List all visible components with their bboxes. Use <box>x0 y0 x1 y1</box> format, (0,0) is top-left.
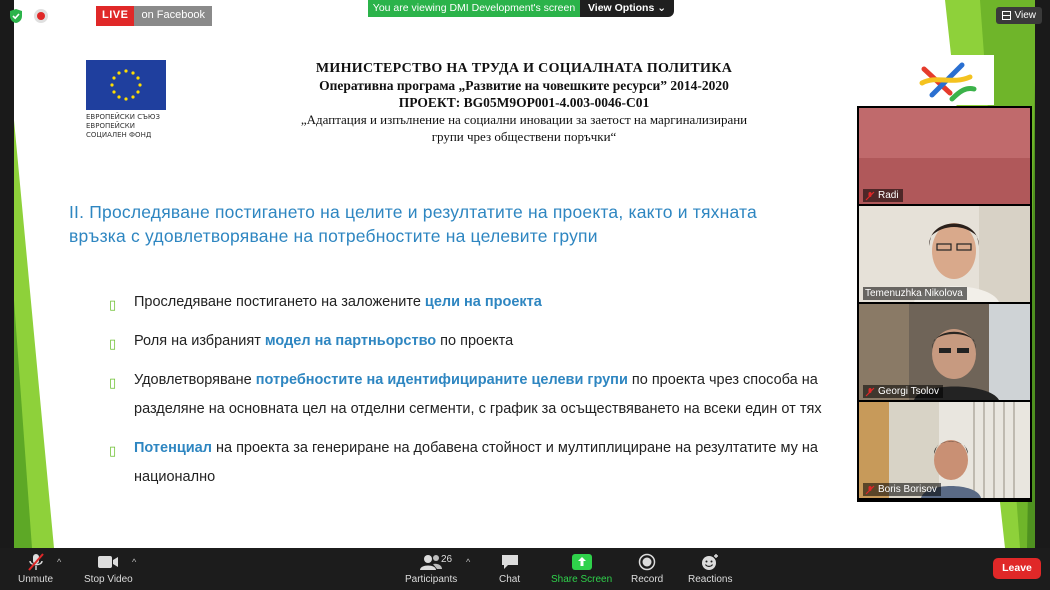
list-item: ▯ Проследяване постигането на заложените… <box>109 288 829 317</box>
ministry-title: МИНИСТЕРСТВО НА ТРУДА И СОЦИАЛНАТА ПОЛИТ… <box>315 61 733 76</box>
video-tile-boris-borisov[interactable]: Boris Borisov <box>859 402 1030 498</box>
viewing-screen-banner: You are viewing DMI Development's screen <box>368 0 580 17</box>
security-shield-icon[interactable] <box>8 8 24 24</box>
slide-header: МИНИСТЕРСТВО НА ТРУДА И СОЦИАЛНАТА ПОЛИТ… <box>254 60 794 145</box>
project-name-line2: групи чрез обществени поръчки“ <box>431 129 617 144</box>
recording-icon[interactable] <box>34 9 48 23</box>
reactions-label: Reactions <box>688 574 733 585</box>
bullet-square-icon: ▯ <box>109 297 117 312</box>
bullet-highlight: модел на партньорство <box>264 333 437 349</box>
shared-screen-stage: ЕВРОПЕЙСКИ СЪЮЗ ЕВРОПЕЙСКИ СОЦИАЛЕН ФОНД… <box>0 0 1050 548</box>
participants-icon <box>420 555 443 570</box>
live-label: LIVE <box>96 6 135 26</box>
view-layout-button[interactable]: View <box>995 7 1042 24</box>
list-item: ▯ Потенциал на проекта за генериране на … <box>109 434 829 492</box>
bullet-square-icon: ▯ <box>109 443 117 458</box>
participant-gallery: Radi Temenuzhka Nikolova Georgi Tsolov B… <box>857 106 1032 502</box>
audio-options-caret-icon[interactable]: ^ <box>57 557 61 567</box>
muted-mic-icon <box>865 387 875 396</box>
bullet-text: Роля на избраният <box>134 333 265 349</box>
list-item: ▯ Роля на избраният модел на партньорств… <box>109 327 829 356</box>
participants-label: Participants <box>405 574 458 585</box>
video-camera-icon <box>98 556 119 568</box>
participant-name: Boris Borisov <box>878 484 937 495</box>
video-options-caret-icon[interactable]: ^ <box>132 557 136 567</box>
stop-video-button[interactable]: Stop Video <box>84 552 133 585</box>
bullet-square-icon: ▯ <box>109 375 117 390</box>
video-tile-radi[interactable]: Radi <box>859 108 1030 204</box>
participant-name-tag: Temenuzhka Nikolova <box>863 287 967 300</box>
eu-caption: ЕВРОПЕЙСКИ СЪЮЗ ЕВРОПЕЙСКИ СОЦИАЛЕН ФОНД <box>86 113 186 140</box>
mic-muted-icon <box>27 553 44 571</box>
project-code: ПРОЕКТ: BG05M9OP001-4.003-0046-C01 <box>398 95 650 110</box>
bullet-text: Проследяване постигането на заложените <box>134 294 425 310</box>
bullet-square-icon: ▯ <box>109 336 117 351</box>
chat-bubble-icon <box>501 555 518 569</box>
leave-button[interactable]: Leave <box>993 558 1041 579</box>
chevron-down-icon: ⌄ <box>657 2 667 14</box>
reactions-smiley-icon <box>702 554 719 570</box>
video-tile-temenuzhka-nikolova[interactable]: Temenuzhka Nikolova <box>859 206 1030 302</box>
eu-caption-line: СОЦИАЛЕН ФОНД <box>86 131 152 139</box>
slide-title: II. Проследяване постигането на целите и… <box>69 202 757 246</box>
reactions-button[interactable]: Reactions <box>688 552 732 585</box>
stop-video-label: Stop Video <box>84 574 133 585</box>
slide-decoration-left <box>14 120 54 548</box>
unmute-button[interactable]: Unmute <box>18 552 53 585</box>
bullet-highlight: потребностите на идентифицираните целеви… <box>255 372 628 388</box>
participants-options-caret-icon[interactable]: ^ <box>466 557 470 567</box>
muted-mic-icon <box>865 485 875 494</box>
participant-name-tag: Georgi Tsolov <box>863 385 943 398</box>
participant-name: Temenuzhka Nikolova <box>865 288 963 299</box>
participant-name: Georgi Tsolov <box>878 386 939 397</box>
bullet-list: ▯ Проследяване постигането на заложените… <box>109 288 829 502</box>
eu-flag-logo <box>86 60 166 110</box>
eu-caption-line: ЕВРОПЕЙСКИ СЪЮЗ <box>86 113 160 121</box>
program-logo <box>902 55 994 105</box>
live-stream-badge[interactable]: LIVE on Facebook <box>96 6 213 26</box>
video-tile-georgi-tsolov[interactable]: Georgi Tsolov <box>859 304 1030 400</box>
record-button[interactable]: Record <box>631 552 663 585</box>
share-screen-button[interactable]: Share Screen <box>551 552 612 585</box>
chat-button[interactable]: Chat <box>499 552 520 585</box>
participant-name-tag: Radi <box>863 189 903 202</box>
bullet-text: по проекта <box>436 333 514 349</box>
live-platform: on Facebook <box>134 6 213 26</box>
unmute-label: Unmute <box>18 574 54 585</box>
project-name-line1: „Адаптация и изпълнение на социални инов… <box>300 112 748 127</box>
layout-grid-icon <box>1001 11 1011 20</box>
bullet-highlight: цели на проекта <box>424 294 542 310</box>
share-screen-label: Share Screen <box>551 574 613 585</box>
participant-name: Radi <box>878 190 899 201</box>
view-options-label: View Options <box>587 2 655 14</box>
list-item: ▯ Удовлетворяване потребностите на идент… <box>109 366 829 424</box>
participant-count: 26 <box>441 554 453 565</box>
eu-caption-line: ЕВРОПЕЙСКИ <box>86 122 135 130</box>
chat-label: Chat <box>499 574 521 585</box>
bullet-text: на проекта за генериране на добавена сто… <box>134 440 818 485</box>
bullet-text: Удовлетворяване <box>134 372 256 388</box>
view-button-label: View <box>1014 10 1037 21</box>
participant-name-tag: Boris Borisov <box>863 483 941 496</box>
bullet-highlight: Потенциал <box>134 440 212 456</box>
meeting-toolbar: Unmute ^ Stop Video ^ Participants 26 ^ <box>0 548 1050 590</box>
muted-mic-icon <box>865 191 875 200</box>
program-title: Оперативна програма „Развитие на човешки… <box>319 78 729 93</box>
view-options-button[interactable]: View Options ⌄ <box>580 0 674 17</box>
share-screen-icon <box>571 554 592 570</box>
record-label: Record <box>631 574 664 585</box>
record-icon <box>638 553 656 571</box>
